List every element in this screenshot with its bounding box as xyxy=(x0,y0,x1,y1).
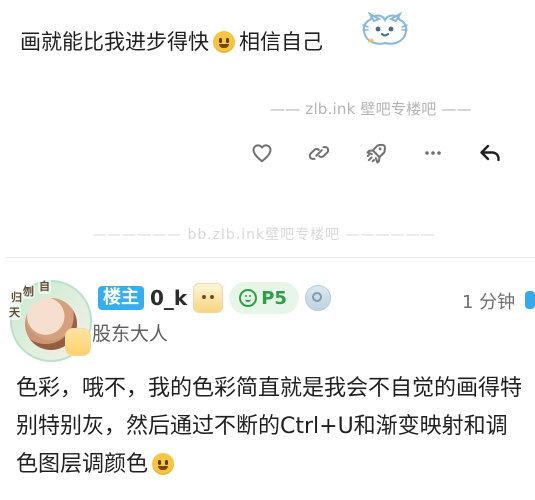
post-divider xyxy=(6,257,535,258)
level-face-icon xyxy=(239,289,258,307)
smile-emoji-icon-2 xyxy=(152,453,175,475)
level-badge-label: P5 xyxy=(261,287,287,309)
post-1-text-before-emoji: 画就能比我进步得快 xyxy=(20,30,209,54)
author-avatar[interactable]: 归 天 自 刎 xyxy=(8,278,92,362)
post-1-text: 画就能比我进步得快 相信自己 xyxy=(20,28,323,56)
author-sticker-icon xyxy=(193,283,224,313)
avatar-frame-text-3: 自 xyxy=(38,278,51,294)
source-line: —— zlb.ink 壁吧专楼吧 —— xyxy=(270,100,472,118)
heart-icon xyxy=(252,144,272,163)
author-row: 楼主 0_k P5 xyxy=(98,282,331,314)
share-button[interactable] xyxy=(362,139,390,167)
post-2-text: 色彩，哦不，我的色彩简直就是我会不自觉的画得特别特别灰，然后通过不断的Ctrl+… xyxy=(16,376,523,477)
cat-sticker-icon xyxy=(362,12,408,45)
post-actions xyxy=(248,139,506,169)
reply-button[interactable] xyxy=(476,139,504,167)
more-button[interactable] xyxy=(419,139,447,167)
like-button[interactable] xyxy=(248,139,276,167)
scrollbar-thumb[interactable] xyxy=(525,291,535,309)
gear-badge-icon xyxy=(304,285,331,311)
post-timestamp: 1 分钟 xyxy=(462,292,516,313)
post-1-text-after-emoji: 相信自己 xyxy=(239,30,323,54)
avatar-frame-text-4: 刎 xyxy=(22,283,35,299)
host-badge: 楼主 xyxy=(98,286,144,310)
rocket-icon xyxy=(366,143,386,164)
smile-emoji-icon xyxy=(213,31,235,53)
level-badge: P5 xyxy=(229,282,299,314)
watermark: —————— bb.zlb.ink壁吧专楼吧 —————— xyxy=(92,227,436,243)
author-name[interactable]: 0_k xyxy=(150,286,187,310)
more-icon xyxy=(425,151,441,155)
link-icon xyxy=(308,146,330,160)
avatar-mini-sticker xyxy=(65,328,91,356)
reply-icon xyxy=(480,144,500,162)
post-2-text-block: 色彩，哦不，我的色彩简直就是我会不自觉的画得特别特别灰，然后通过不断的Ctrl+… xyxy=(16,370,524,484)
avatar-frame-text-2: 天 xyxy=(8,304,21,320)
link-button[interactable] xyxy=(305,139,333,167)
author-title: 股东大人 xyxy=(92,323,169,345)
